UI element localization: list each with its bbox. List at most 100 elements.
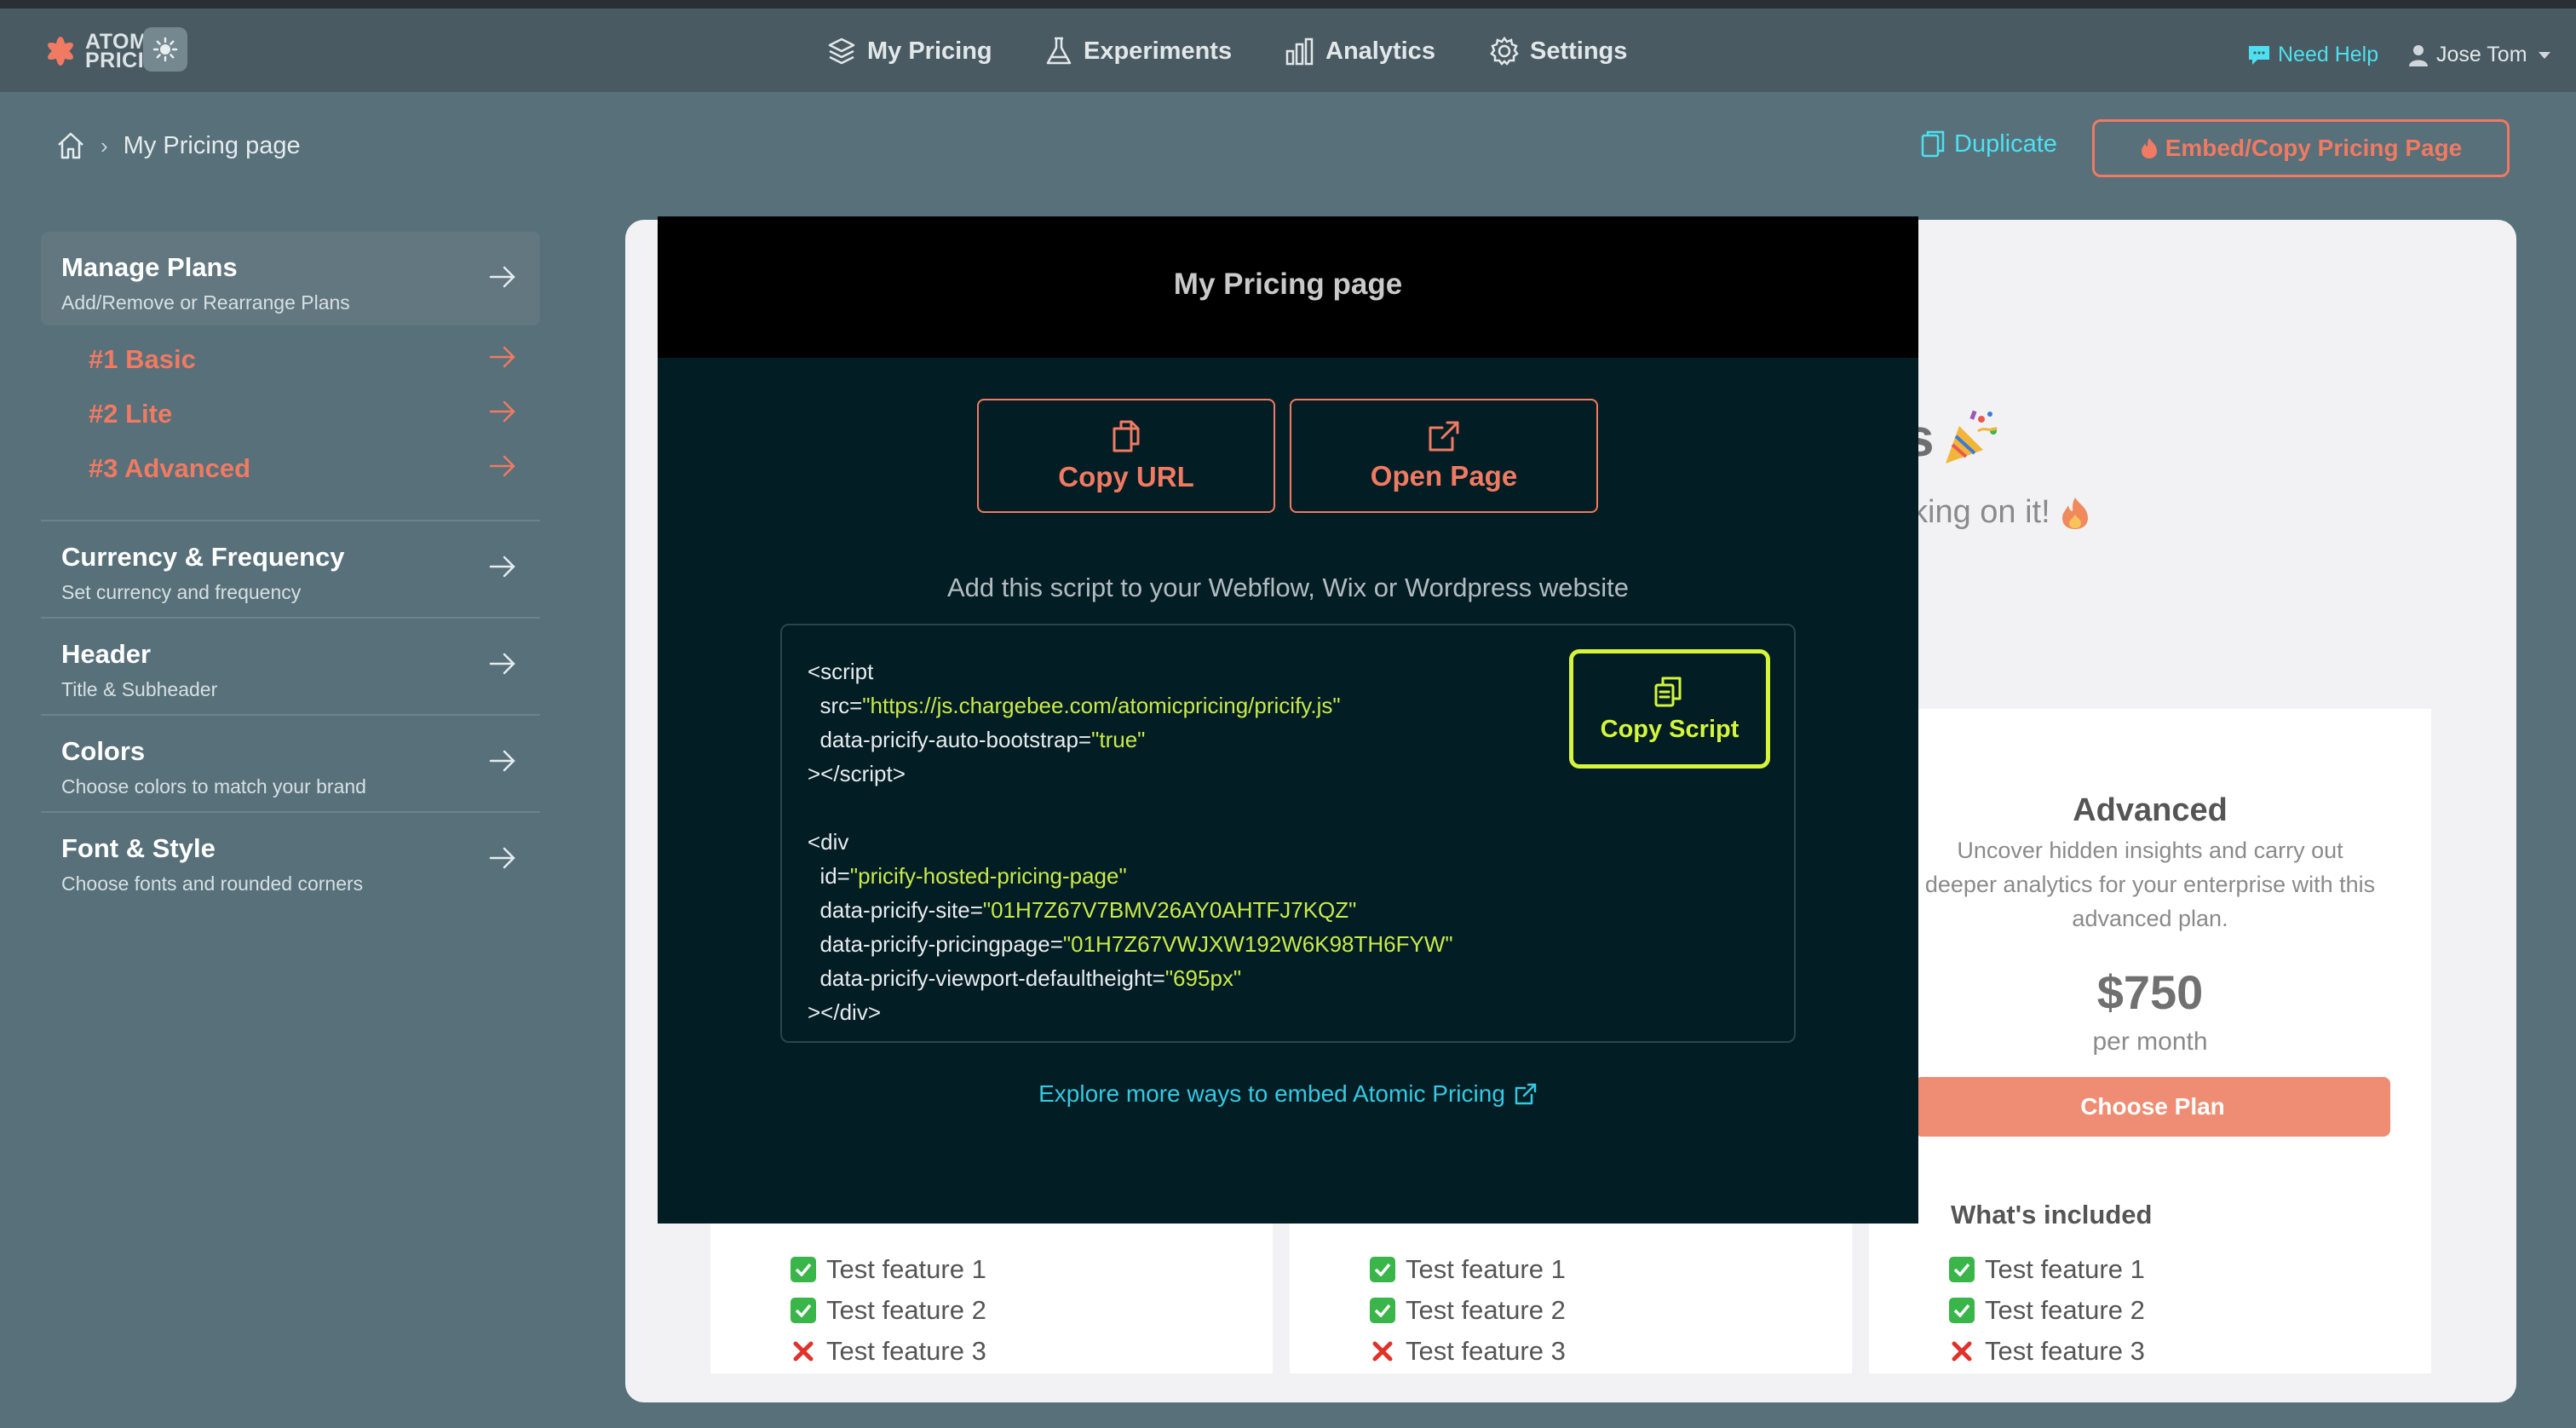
feature-item: Test feature 3 [1370,1331,1566,1372]
plan-label: #3 Advanced [89,453,251,483]
breadcrumb-current: My Pricing page [123,131,301,159]
sidebar-item-colors[interactable]: Colors Choose colors to match your brand [41,716,540,813]
bootstrap-value: "true" [1091,727,1146,752]
duplicate-icon [1921,130,1945,158]
embed-script-code: <script src="https://js.chargebee.com/at… [808,659,1453,1025]
plan-item-advanced[interactable]: #3 Advanced [89,452,540,506]
embed-label: Embed/Copy Pricing Page [2165,135,2463,161]
party-popper-icon [1946,410,1998,464]
duplicate-label: Duplicate [1954,130,2057,158]
sidebar-item-title: Colors [61,736,146,766]
caret-down-icon [2538,51,2550,59]
arrow-right-icon [489,346,515,368]
arrow-right-icon [489,653,515,675]
check-icon [1949,1298,1975,1323]
feature-item: Test feature 2 [791,1290,986,1331]
sidebar-item-subtitle: Choose fonts and rounded corners [61,872,364,895]
sidebar-item-title: Manage Plans [61,252,238,282]
nav-experiments[interactable]: Experiments [1044,36,1232,66]
sun-icon[interactable] [143,27,187,72]
feature-list-basic: Test feature 1 Test feature 2 Test featu… [791,1249,986,1372]
feature-item: Test feature 1 [791,1249,986,1290]
sidebar-item-title: Currency & Frequency [61,542,345,572]
modal-header: My Pricing page [658,216,1918,358]
cross-icon [791,1339,816,1364]
top-nav-bar: ATOMIC PRICING My Pricing Experiments An… [0,0,2576,92]
nav-label: Settings [1530,37,1628,65]
home-icon[interactable] [56,131,85,160]
arrow-right-icon [489,556,515,578]
sidebar-item-header[interactable]: Header Title & Subheader [41,619,540,716]
user-menu[interactable]: Jose Tom [2409,43,2560,67]
breadcrumb: › My Pricing page [56,131,301,160]
check-icon [1949,1257,1975,1282]
choose-plan-label: Choose Plan [2080,1093,2225,1120]
copy-icon [1113,420,1140,452]
pricingpage-id-value: "01H7Z67VWJXW192W6K98TH6FYW" [1062,931,1453,957]
logo-mark-icon [47,37,74,66]
arrow-right-icon [489,400,515,423]
sidebar-item-subtitle: Add/Remove or Rearrange Plans [61,291,350,314]
plan-item-lite[interactable]: #2 Lite [89,397,540,452]
nav-label: Experiments [1084,37,1233,65]
plan-label: #2 Lite [89,399,173,429]
choose-plan-button[interactable]: Choose Plan [1915,1077,2390,1137]
check-icon [1370,1257,1395,1282]
nav-label: Analytics [1325,37,1435,65]
cross-icon [1370,1339,1395,1364]
feature-list-lite: Test feature 1 Test feature 2 Test featu… [1370,1249,1566,1372]
arrow-right-icon [489,750,515,772]
plan-list: #1 Basic #2 Lite #3 Advanced [41,325,540,521]
need-help-link[interactable]: Need Help [2247,43,2378,67]
feature-item: Test feature 3 [791,1331,986,1372]
check-icon [1370,1298,1395,1323]
external-link-icon [1429,421,1459,452]
site-id-value: "01H7Z67V7BMV26AY0AHTFJ7KQZ" [982,897,1357,923]
nav-my-pricing[interactable]: My Pricing [826,36,992,66]
plan-description: Uncover hidden insights and carry out de… [1924,838,2376,931]
feature-item: Test feature 3 [1949,1331,2145,1372]
feature-item: Test feature 1 [1949,1249,2145,1290]
modal-title: My Pricing page [1173,268,1403,301]
feature-item: Test feature 1 [1370,1249,1566,1290]
chevron-right-icon: › [101,132,108,158]
plan-item-basic[interactable]: #1 Basic [89,343,540,397]
copy-script-button[interactable]: Copy Script [1569,649,1770,769]
flame-icon [2141,138,2157,158]
external-link-icon [1515,1083,1537,1105]
embed-modal: My Pricing page Copy URL Open Page Add t… [658,216,1918,1224]
layers-icon [828,37,855,65]
script-src-value: "https://js.chargebee.com/atomicpricing/… [862,693,1341,718]
open-page-label: Open Page [1370,460,1518,492]
check-icon [791,1298,816,1323]
preview-heading-fragment: s [1905,407,2002,469]
sidebar-item-manage-plans[interactable]: Manage Plans Add/Remove or Rearrange Pla… [41,232,540,325]
feature-item: Test feature 2 [1370,1290,1566,1331]
nav-settings[interactable]: Settings [1489,36,1627,66]
script-code-box[interactable]: <script src="https://js.chargebee.com/at… [780,624,1796,1043]
sidebar-item-subtitle: Title & Subheader [61,678,218,700]
sidebar-item-currency-frequency[interactable]: Currency & Frequency Set currency and fr… [41,521,540,619]
nav-label: My Pricing [867,37,992,65]
viewport-height-value: "695px" [1164,965,1242,991]
arrow-right-icon [489,455,515,477]
sidebar-item-font-style[interactable]: Font & Style Choose fonts and rounded co… [41,813,540,910]
embed-copy-pricing-page-button[interactable]: Embed/Copy Pricing Page [2092,119,2510,177]
chat-bubble-icon [2249,45,2269,65]
need-help-label: Need Help [2278,43,2379,66]
open-page-button[interactable]: Open Page [1290,399,1598,513]
clipboard-copy-icon [1654,677,1682,706]
copy-url-label: Copy URL [1058,461,1194,492]
explore-embed-label: Explore more ways to embed Atomic Pricin… [1038,1080,1505,1107]
copy-url-button[interactable]: Copy URL [977,399,1275,513]
plan-price: $750 [2096,965,2204,1019]
check-icon [791,1257,816,1282]
sidebar-item-title: Header [61,639,152,669]
whats-included-heading: What's included [1951,1200,2153,1229]
nav-analytics[interactable]: Analytics [1285,36,1435,66]
duplicate-button[interactable]: Duplicate [1920,130,2057,158]
plan-period: per month [2092,1028,2208,1056]
div-id-value: "pricify-hosted-pricing-page" [849,863,1127,889]
explore-embed-link[interactable]: Explore more ways to embed Atomic Pricin… [658,1080,1918,1108]
feature-list-advanced: Test feature 1 Test feature 2 Test featu… [1949,1249,2145,1372]
